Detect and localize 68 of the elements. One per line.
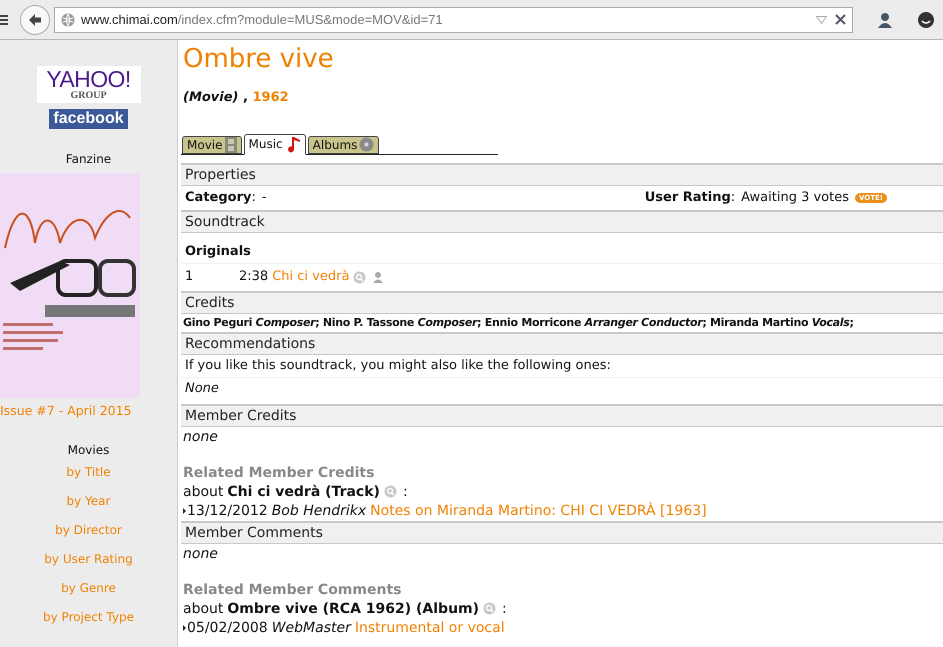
empty-note: none xyxy=(182,544,219,564)
sidebar-link[interactable]: by Title xyxy=(66,458,111,487)
section-header: Recommendations xyxy=(181,332,943,354)
url-domain: www.chimai.com xyxy=(81,10,178,29)
sidebar-link[interactable]: Issue #7 - April 2015 xyxy=(0,402,132,420)
yahoo-logo-text[interactable]: YAHOO! xyxy=(46,68,131,91)
about-subject: Chi ci vedrà (Track) xyxy=(227,482,380,502)
entry-author: Bob Hendrikx xyxy=(272,502,366,520)
category-label: Category xyxy=(185,188,252,207)
colon: : xyxy=(251,188,256,207)
bullet-icon xyxy=(183,625,186,631)
entry-link[interactable]: Notes on Miranda Martino: CHI CI VEDRÀ [1963] xyxy=(370,502,707,520)
section-header: Member Comments xyxy=(181,520,943,544)
disc-icon xyxy=(359,137,374,152)
track-link[interactable]: Chi ci vedrà xyxy=(272,267,350,287)
address-bar[interactable]: www.chimai.com/index.cfm?module=MUS&mode=MOV&id=71 xyxy=(54,6,853,32)
section-header: Properties xyxy=(181,162,943,186)
sidebar-link[interactable]: by Director xyxy=(55,516,122,545)
menu-icon[interactable] xyxy=(0,14,8,26)
tab[interactable]: Music xyxy=(244,134,306,154)
track-duration: 2:38 xyxy=(239,268,268,286)
sidebar-link[interactable]: by Genre xyxy=(61,574,116,603)
colon: : xyxy=(402,482,408,502)
sidebar-link[interactable]: by Year xyxy=(66,487,110,516)
about-label: about xyxy=(183,482,224,502)
group-logo-text[interactable]: GROUP xyxy=(70,91,107,101)
back-button[interactable] xyxy=(20,4,50,34)
track-number: 1 xyxy=(185,268,194,286)
globe-icon xyxy=(61,12,75,26)
colon: : xyxy=(502,600,507,618)
url-path: /index.cfm?module=MUS&mode=MOV&id=71 xyxy=(178,10,443,29)
page-title: Ombre vive xyxy=(183,43,335,76)
tab[interactable]: Albums xyxy=(308,136,380,154)
music-note-icon xyxy=(286,136,301,152)
close-icon[interactable] xyxy=(835,14,846,25)
facebook-logo[interactable]: facebook xyxy=(49,109,128,129)
section-header: Credits xyxy=(181,290,943,314)
subheading: Related Member Credits xyxy=(182,464,376,482)
sidebar-link[interactable]: by User Rating xyxy=(44,545,133,574)
arrow-left-icon xyxy=(27,12,43,28)
subheading: Related Member Comments xyxy=(182,580,402,598)
entry-author: WebMaster xyxy=(272,618,351,638)
tab[interactable]: Movie xyxy=(182,136,242,154)
category-value: - xyxy=(262,188,267,207)
sidebar-heading: Fanzine xyxy=(66,151,112,167)
rating-label: User Rating xyxy=(644,188,731,207)
about-subject: Ombre vive (RCA 1962) (Album) xyxy=(227,600,480,618)
film-icon xyxy=(224,136,237,152)
colon: : xyxy=(730,188,736,207)
bullet-icon xyxy=(183,508,186,514)
group-heading: Originals xyxy=(181,232,943,264)
entry-date: 05/02/2008 xyxy=(187,618,268,638)
sidebar-heading: Movies xyxy=(68,442,110,458)
entry-link[interactable]: Instrumental or vocal xyxy=(354,618,505,638)
rating-value: Awaiting 3 votes xyxy=(741,188,849,207)
sidebar-link[interactable]: by Project Type xyxy=(43,603,134,632)
section-header: Member Credits xyxy=(181,404,943,426)
section-header: Soundtrack xyxy=(181,210,943,232)
entry-date: 13/12/2012 xyxy=(187,502,268,520)
year: 1962 xyxy=(252,89,289,107)
movie-type: (Movie) xyxy=(183,89,238,107)
recommendations-intro: If you like this soundtrack, you might also like the following ones: xyxy=(181,354,943,378)
empty-note: None xyxy=(184,380,220,398)
person-icon[interactable] xyxy=(877,12,893,28)
separator: , xyxy=(242,89,249,107)
empty-note: none xyxy=(182,428,219,446)
credits-text: Gino Peguri Composer; Nino P. Tassone Composer; Ennio Morricone Arranger Conductor; Miranda Martino Vocals; xyxy=(182,314,855,330)
about-label: about xyxy=(183,600,224,618)
